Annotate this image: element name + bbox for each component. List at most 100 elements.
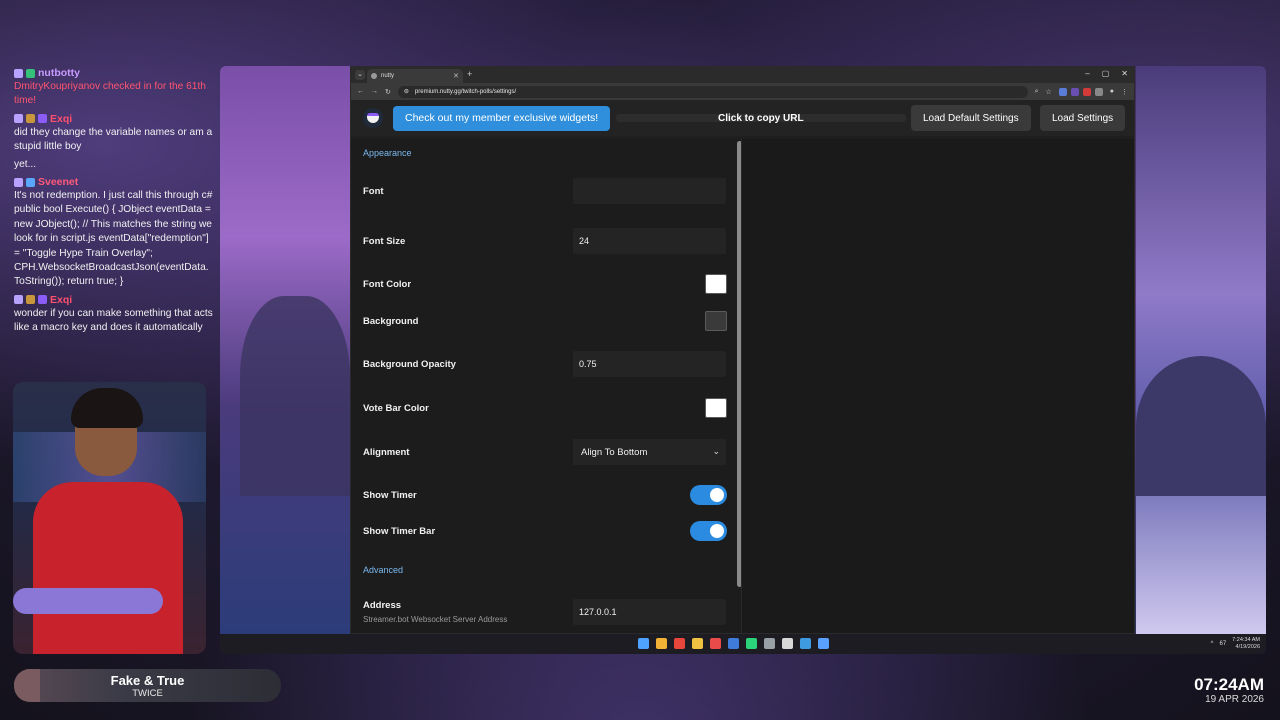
setting-vote-bar-color: Vote Bar Color	[363, 393, 727, 423]
setting-label: Address Streamer.bot Websocket Server Ad…	[363, 600, 573, 624]
address-label: Address	[363, 600, 402, 611]
setting-background-opacity: Background Opacity	[363, 349, 727, 379]
background-opacity-input[interactable]	[573, 351, 726, 377]
show-timer-bar-toggle[interactable]	[690, 521, 727, 541]
extension-icon[interactable]	[1058, 87, 1067, 96]
back-icon[interactable]: ←	[357, 88, 364, 95]
window-controls: – ▢ ✕	[1085, 69, 1128, 78]
app-icon[interactable]	[800, 638, 811, 649]
font-color-swatch[interactable]	[705, 274, 727, 294]
chrome-alt-icon[interactable]	[674, 638, 685, 649]
page-content: Appearance Font Font Size Font Color Bac…	[351, 139, 1134, 633]
extensions	[1058, 87, 1103, 96]
chat-username: nutbotty	[38, 66, 80, 79]
tab-search-icon[interactable]: ⌄	[355, 70, 365, 80]
setting-show-timer-bar: Show Timer Bar	[363, 516, 727, 546]
chat-message: yet...	[14, 158, 214, 172]
maximize-button[interactable]: ▢	[1102, 69, 1110, 78]
load-default-settings-button[interactable]: Load Default Settings	[911, 105, 1031, 131]
bookmark-star-icon[interactable]: ☆	[1045, 88, 1051, 96]
stream-clock: 07:24AM 19 APR 2026	[1194, 676, 1264, 706]
app-icon[interactable]	[710, 638, 721, 649]
tab-title: nutty	[381, 73, 395, 79]
address-bar: ← → ↻ ⊜ premium.nutty.gg/twitch-polls/se…	[351, 83, 1134, 100]
puzzle-icon[interactable]	[1094, 87, 1103, 96]
setting-label: Background	[363, 315, 419, 327]
windows-start-icon[interactable]	[638, 638, 649, 649]
chat-text: did they change the variable names or am…	[14, 126, 213, 153]
chat-message: nutbotty DmitryKoupriyanov checked in fo…	[14, 66, 214, 109]
new-tab-button[interactable]: +	[467, 69, 472, 79]
extension-icon[interactable]	[1070, 87, 1079, 96]
zoom-icon[interactable]: ⌕	[1035, 88, 1039, 96]
tray-clock[interactable]: 7:24:34 AM 4/19/2026	[1232, 637, 1260, 651]
chat-message: Sveenet It's not redemption. I just call…	[14, 175, 214, 290]
setting-label: Show Timer Bar	[363, 525, 436, 537]
nutty-logo-icon[interactable]	[363, 108, 383, 128]
show-timer-toggle[interactable]	[690, 485, 727, 505]
spotify-icon[interactable]	[746, 638, 757, 649]
chrome-icon[interactable]	[656, 638, 667, 649]
setting-label: Vote Bar Color	[363, 402, 429, 414]
chat-username: Sveenet	[38, 175, 79, 188]
chat-bubble-icon	[14, 68, 23, 78]
load-settings-button[interactable]: Load Settings	[1040, 105, 1126, 131]
taskbar-apps	[638, 638, 829, 649]
taskbar: ^ 67 7:24:34 AM 4/19/2026	[220, 634, 1266, 654]
alignment-select[interactable]: Align To Bottom ⌄	[573, 439, 726, 465]
chat-bubble-icon	[14, 295, 23, 305]
url-input[interactable]: ⊜ premium.nutty.gg/twitch-polls/settings…	[397, 85, 1028, 98]
vip-badge-icon	[38, 295, 47, 305]
alignment-value: Align To Bottom	[581, 446, 648, 458]
crown-badge-icon	[26, 177, 35, 187]
setting-label: Background Opacity	[363, 358, 456, 370]
tab-close-icon[interactable]: ✕	[453, 72, 459, 80]
webcam-hair	[71, 388, 143, 428]
forward-icon[interactable]: →	[371, 88, 378, 95]
page-header: Check out my member exclusive widgets! C…	[351, 100, 1134, 136]
tray-time: 7:24:34 AM	[1232, 637, 1260, 643]
address-sublabel: Streamer.bot Websocket Server Address	[363, 615, 508, 624]
background-color-swatch[interactable]	[705, 311, 727, 331]
setting-alignment: Alignment Align To Bottom ⌄	[363, 437, 727, 467]
browser-tab[interactable]: nutty ✕	[367, 69, 463, 83]
tray-date: 4/19/2026	[1235, 644, 1260, 650]
setting-label: Font	[363, 185, 384, 197]
clock-time: 07:24AM	[1194, 675, 1264, 694]
webcam-controller	[13, 588, 163, 614]
file-explorer-icon[interactable]	[692, 638, 703, 649]
member-widgets-button[interactable]: Check out my member exclusive widgets!	[393, 105, 611, 131]
app-icon[interactable]	[728, 638, 739, 649]
site-info-icon[interactable]: ⊜	[404, 88, 409, 95]
copy-url-label[interactable]: Click to copy URL	[718, 113, 804, 124]
moderator-badge-icon	[26, 68, 35, 78]
setting-label: Alignment	[363, 446, 410, 458]
minimize-button[interactable]: –	[1085, 69, 1089, 78]
preview-panel	[741, 139, 1134, 633]
album-art	[14, 669, 40, 702]
font-size-input[interactable]	[573, 228, 726, 254]
reload-icon[interactable]: ↻	[385, 88, 391, 96]
menu-kebab-icon[interactable]: ⋮	[1121, 88, 1128, 96]
app-icon[interactable]	[782, 638, 793, 649]
chat-text: yet...	[14, 158, 37, 170]
app-icon[interactable]	[764, 638, 775, 649]
section-advanced: Advanced	[363, 565, 404, 575]
chat-bubble-icon	[14, 114, 23, 124]
setting-background: Background	[363, 306, 727, 336]
setting-address: Address Streamer.bot Websocket Server Ad…	[363, 593, 727, 631]
section-appearance: Appearance	[363, 148, 412, 158]
vote-bar-color-swatch[interactable]	[705, 398, 727, 418]
setting-label: Font Size	[363, 235, 406, 247]
url-text: premium.nutty.gg/twitch-polls/settings/	[414, 88, 517, 95]
song-title: Fake & True	[110, 672, 185, 688]
extension-icon[interactable]	[1082, 87, 1091, 96]
profile-icon[interactable]: ●	[1110, 88, 1114, 95]
app-icon[interactable]	[818, 638, 829, 649]
font-input[interactable]	[573, 178, 726, 204]
address-input[interactable]	[573, 599, 726, 625]
settings-scrollbar[interactable]	[737, 141, 741, 587]
close-button[interactable]: ✕	[1121, 69, 1128, 78]
chat-bubble-icon	[14, 177, 23, 187]
tray-arrow-icon[interactable]: ^	[1211, 641, 1214, 647]
